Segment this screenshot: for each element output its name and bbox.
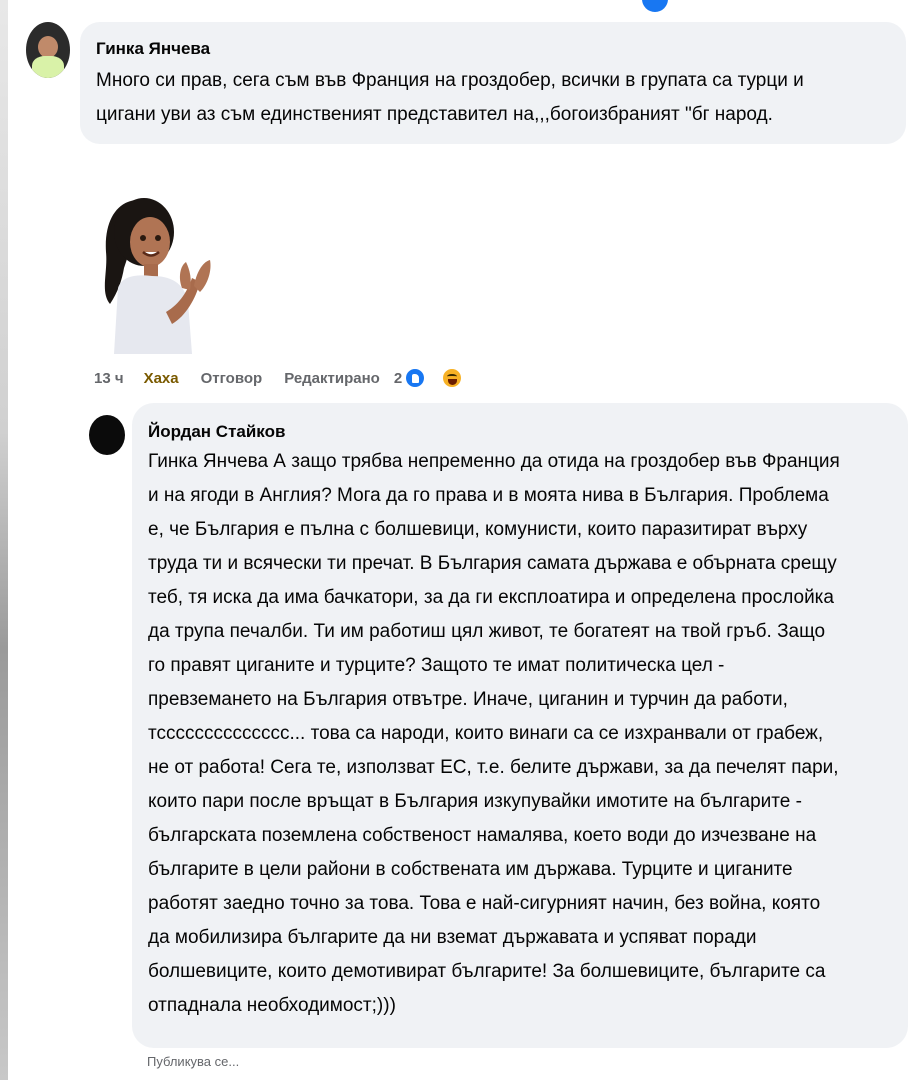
sticker-smile (142, 251, 160, 257)
comment-line: теб, тя иска да има бачкатори, за да ги … (148, 587, 834, 608)
comment-line: работят заедно точно за това. Това е най… (148, 893, 821, 914)
reactions-count: 2 (393, 369, 403, 387)
comment-line: българската поземлена собственост намаля… (148, 825, 817, 846)
sticker-hand-left (179, 262, 191, 290)
comment-line: тсссссссссссссс... това са народи, които… (148, 723, 824, 744)
reactions-summary[interactable]: 2 (394, 367, 485, 389)
comment-author[interactable]: Йордан Стайков (148, 421, 892, 443)
comment-line: които пари после връщат в България изкуп… (148, 791, 802, 812)
comment-line: Много си прав, сега съм във Франция на г… (96, 70, 804, 91)
comment-text: Много си прав, сега съм във Франция на г… (96, 64, 890, 132)
reaction-icon-cut (642, 0, 668, 12)
comment-timestamp[interactable]: 13 ч (94, 370, 124, 387)
comment-text: Гинка Янчева А защо трябва непременно да… (148, 445, 892, 1023)
sticker-eye-right (155, 235, 161, 241)
avatar-face (38, 36, 58, 58)
comment-line: българите в цели райони в собствената им… (148, 859, 793, 880)
comment-actions: 13 ч Хаха Отговор Редактирано 2 (94, 366, 485, 390)
comment-author[interactable]: Гинка Янчева (96, 38, 890, 60)
reply-button[interactable]: Отговор (201, 370, 263, 387)
comment-bubble: Гинка Янчева Много си прав, сега съм във… (80, 22, 906, 144)
avatar-shirt (32, 56, 64, 78)
comment-line: болшевиците, които демотивират българите… (148, 961, 826, 982)
avatar[interactable] (26, 22, 70, 78)
like-icon (404, 367, 427, 389)
comment-line: да мобилизира българите да ни вземат дър… (148, 927, 757, 948)
sticker-hand-right (194, 260, 211, 292)
comment-line: труда ти и всячески ти пречат. В Българи… (148, 553, 837, 574)
comment-line: отпаднала необходимост;))) (148, 995, 396, 1016)
sticker-eye-left (140, 235, 146, 241)
comment-line: го правят циганите и турците? Защото те … (148, 655, 725, 676)
comment-line: не от работа! Сега те, използват ЕС, т.е… (148, 757, 839, 778)
avatar[interactable] (89, 415, 125, 455)
woman-clapping-sticker (104, 198, 211, 354)
comment-line: превземането на България отвътре. Иначе,… (148, 689, 788, 710)
reply-bubble: Йордан Стайков Гинка Янчева А защо трябв… (132, 403, 908, 1048)
comment-line: да трупа печалби. Ти им работиш цял живо… (148, 621, 826, 642)
posting-status: Публикува се... (147, 1054, 240, 1069)
haha-icon (441, 367, 464, 389)
reaction-button[interactable]: Хаха (144, 370, 179, 387)
comment-line: цигани уви аз съм единственият представи… (96, 104, 773, 125)
page-edge (0, 0, 8, 1080)
edited-label[interactable]: Редактирано (284, 370, 380, 387)
comment-line: и на ягоди в Англия? Мога да го права и … (148, 485, 829, 506)
comment-line: Гинка Янчева А защо трябва непременно да… (148, 451, 840, 472)
sticker-face (130, 217, 170, 267)
comment-thread: Гинка Янчева Много си прав, сега съм във… (0, 0, 909, 1080)
previous-comment-remnant (120, 0, 668, 12)
comment-line: е, че България е пълна с болшевици, кому… (148, 519, 808, 540)
